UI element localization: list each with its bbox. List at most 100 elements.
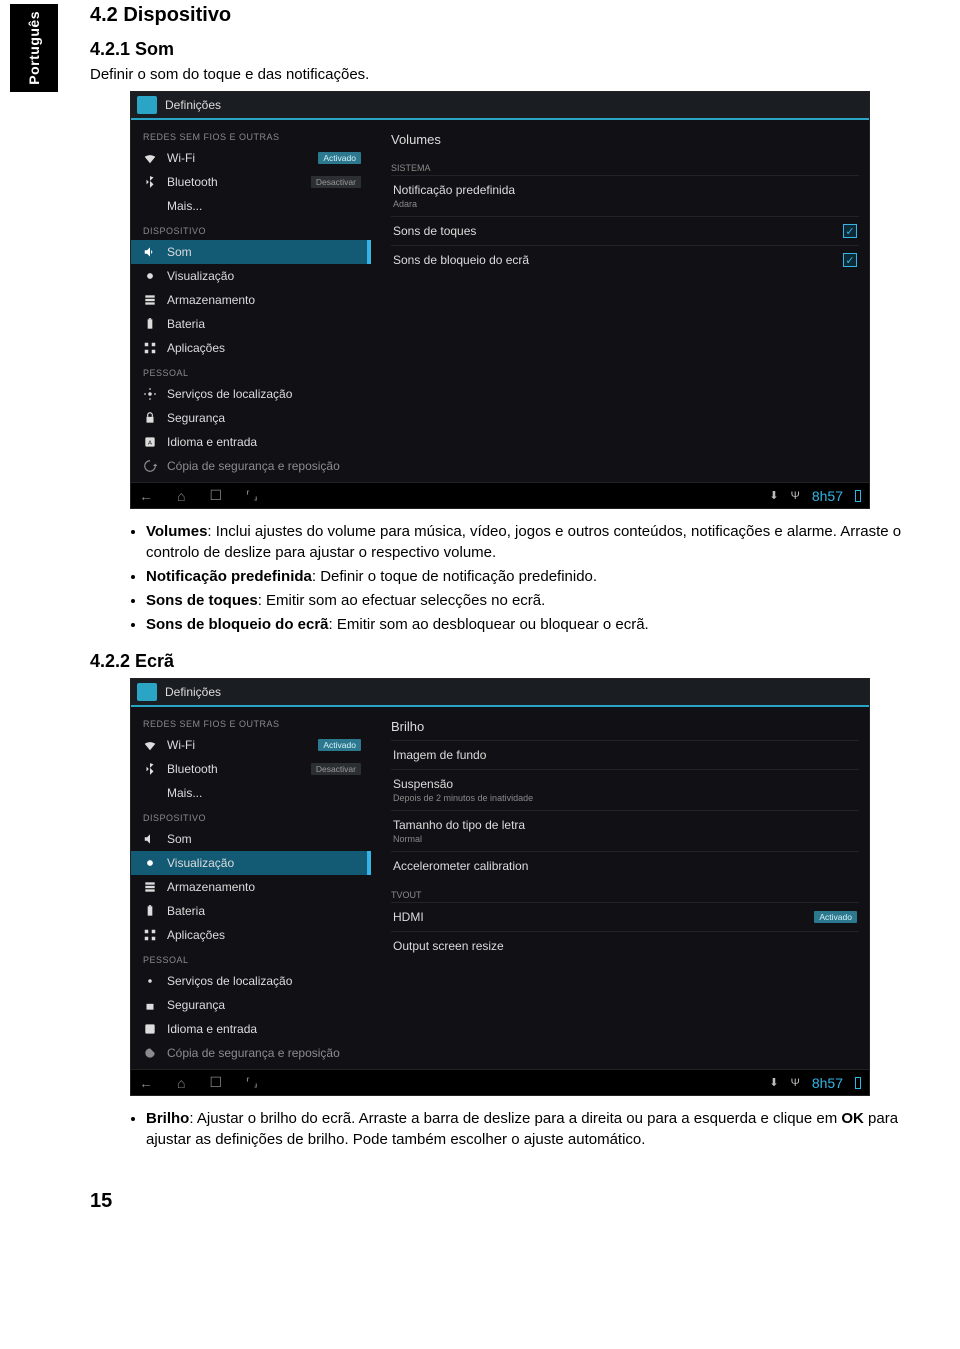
detail-tamanho-letra[interactable]: Tamanho do tipo de letraNormal [391, 810, 859, 851]
location-icon [143, 387, 157, 401]
sidebar-item-seguranca[interactable]: Segurança [131, 993, 371, 1017]
sidebar-category-pessoal: PESSOAL [131, 360, 371, 382]
detail-category-tvout: TVOUT [391, 880, 859, 902]
recent-button[interactable]: ☐ [209, 1074, 222, 1091]
sidebar-category-dispositivo: DISPOSITIVO [131, 218, 371, 240]
page-content: 4.2 Dispositivo 4.2.1 Som Definir o som … [90, 0, 960, 1213]
lock-icon [143, 411, 157, 425]
sidebar-item-som[interactable]: Som [131, 827, 371, 851]
sidebar-item-visualizacao[interactable]: Visualização [131, 851, 371, 875]
battery-status-icon [855, 490, 861, 502]
bullet-volumes: Volumes: Inclui ajustes do volume para m… [146, 521, 930, 563]
system-navbar: ← ⌂ ☐ ⸢ ⸥ ⬇ Ψ 8h57 [131, 482, 869, 508]
sidebar-item-aplicacoes[interactable]: Aplicações [131, 336, 371, 360]
sidebar-item-bateria[interactable]: Bateria [131, 312, 371, 336]
sidebar-item-more[interactable]: Mais... [131, 781, 371, 805]
sidebar-item-wifi[interactable]: Wi-Fi Activado [131, 146, 371, 170]
battery-icon [143, 904, 157, 918]
sidebar-item-idioma[interactable]: Idioma e entrada [131, 1017, 371, 1041]
bluetooth-toggle[interactable]: Desactivar [311, 176, 361, 188]
sidebar-item-bluetooth[interactable]: Bluetooth Desactivar [131, 757, 371, 781]
apps-icon [143, 928, 157, 942]
home-button[interactable]: ⌂ [177, 488, 185, 504]
home-button[interactable]: ⌂ [177, 1075, 185, 1091]
sidebar-item-more[interactable]: Mais... [131, 194, 371, 218]
bullet-notificacao: Notificação predefinida: Definir o toque… [146, 566, 930, 587]
detail-notificacao-predefinida[interactable]: Notificação predefinidaAdara [391, 175, 859, 216]
usb-status-icon: Ψ [791, 1077, 800, 1089]
wifi-icon [143, 738, 157, 752]
settings-detail-pane: Volumes SISTEMA Notificação predefinidaA… [371, 120, 869, 482]
sidebar-item-wifi[interactable]: Wi-Fi Activado [131, 733, 371, 757]
detail-suspensao[interactable]: SuspensãoDepois de 2 minutos de inativid… [391, 769, 859, 810]
section-intro: Definir o som do toque e das notificaçõe… [90, 66, 930, 83]
back-button[interactable]: ← [139, 1075, 153, 1091]
detail-volumes[interactable]: Volumes [391, 124, 859, 153]
system-navbar: ← ⌂ ☐ ⸢ ⸥ ⬇ Ψ 8h57 [131, 1069, 869, 1095]
bullet-sons-toques: Sons de toques: Emitir som ao efectuar s… [146, 590, 930, 611]
sidebar-item-servicos[interactable]: Serviços de localização [131, 382, 371, 406]
location-icon [143, 974, 157, 988]
wifi-toggle[interactable]: Activado [318, 152, 361, 164]
screenshot-som: Definições REDES SEM FIOS E OUTRAS Wi-Fi… [130, 91, 870, 509]
screenshot-ecra: Definições REDES SEM FIOS E OUTRAS Wi-Fi… [130, 678, 870, 1096]
lock-icon [143, 998, 157, 1012]
bluetooth-toggle[interactable]: Desactivar [311, 763, 361, 775]
settings-app-icon [137, 96, 157, 114]
sidebar-item-bluetooth[interactable]: Bluetooth Desactivar [131, 170, 371, 194]
status-clock: 8h57 [812, 488, 843, 504]
detail-accelerometer[interactable]: Accelerometer calibration [391, 851, 859, 880]
settings-sidebar: REDES SEM FIOS E OUTRAS Wi-Fi Activado B… [131, 707, 371, 1069]
sidebar-item-servicos[interactable]: Serviços de localização [131, 969, 371, 993]
sidebar-item-armazenamento[interactable]: Armazenamento [131, 875, 371, 899]
bluetooth-icon [143, 762, 157, 776]
bullet-sons-bloqueio: Sons de bloqueio do ecrã: Emitir som ao … [146, 614, 930, 635]
checkbox-sons-bloqueio[interactable]: ✓ [843, 253, 857, 267]
battery-status-icon [855, 1077, 861, 1089]
subsection-heading-ecra: 4.2.2 Ecrã [90, 651, 930, 672]
subsection-heading-som: 4.2.1 Som [90, 39, 930, 60]
detail-sons-toques[interactable]: Sons de toques ✓ [391, 216, 859, 245]
settings-sidebar: REDES SEM FIOS E OUTRAS Wi-Fi Activado B… [131, 120, 371, 482]
wifi-icon [143, 151, 157, 165]
sidebar-item-aplicacoes[interactable]: Aplicações [131, 923, 371, 947]
screenshot-button[interactable]: ⸢ ⸥ [246, 489, 258, 502]
app-title: Definições [165, 685, 221, 699]
language-icon: A [143, 435, 157, 449]
download-status-icon: ⬇ [769, 489, 778, 502]
language-tab-label: Português [26, 11, 42, 85]
wifi-toggle[interactable]: Activado [318, 739, 361, 751]
detail-hdmi[interactable]: HDMI Activado [391, 902, 859, 931]
back-button[interactable]: ← [139, 488, 153, 504]
battery-icon [143, 317, 157, 331]
screenshot-button[interactable]: ⸢ ⸥ [246, 1076, 258, 1089]
settings-detail-pane: Brilho Imagem de fundo SuspensãoDepois d… [371, 707, 869, 1069]
settings-app-icon [137, 683, 157, 701]
language-tab: Português [10, 4, 58, 92]
sidebar-category-redes: REDES SEM FIOS E OUTRAS [131, 124, 371, 146]
detail-imagem-fundo[interactable]: Imagem de fundo [391, 740, 859, 769]
sidebar-item-seguranca[interactable]: Segurança [131, 406, 371, 430]
sidebar-item-visualizacao[interactable]: Visualização [131, 264, 371, 288]
sidebar-item-som[interactable]: Som [131, 240, 371, 264]
backup-icon [143, 1046, 157, 1060]
checkbox-sons-toques[interactable]: ✓ [843, 224, 857, 238]
bullet-brilho: Brilho: Ajustar o brilho do ecrã. Arrast… [146, 1108, 930, 1150]
usb-status-icon: Ψ [791, 490, 800, 502]
backup-icon [143, 459, 157, 473]
feature-bullets-som: Volumes: Inclui ajustes do volume para m… [90, 521, 930, 635]
sidebar-item-idioma[interactable]: A Idioma e entrada [131, 430, 371, 454]
app-titlebar: Definições [131, 679, 869, 707]
detail-category-sistema: SISTEMA [391, 153, 859, 175]
detail-output-resize[interactable]: Output screen resize [391, 931, 859, 960]
sidebar-item-bateria[interactable]: Bateria [131, 899, 371, 923]
apps-icon [143, 341, 157, 355]
recent-button[interactable]: ☐ [209, 487, 222, 504]
detail-brilho[interactable]: Brilho [391, 711, 859, 740]
download-status-icon: ⬇ [769, 1076, 778, 1089]
detail-sons-bloqueio[interactable]: Sons de bloqueio do ecrã ✓ [391, 245, 859, 274]
hdmi-toggle[interactable]: Activado [814, 911, 857, 923]
sidebar-item-copia[interactable]: Cópia de segurança e reposição [131, 454, 371, 478]
sidebar-item-copia[interactable]: Cópia de segurança e reposição [131, 1041, 371, 1065]
sidebar-item-armazenamento[interactable]: Armazenamento [131, 288, 371, 312]
